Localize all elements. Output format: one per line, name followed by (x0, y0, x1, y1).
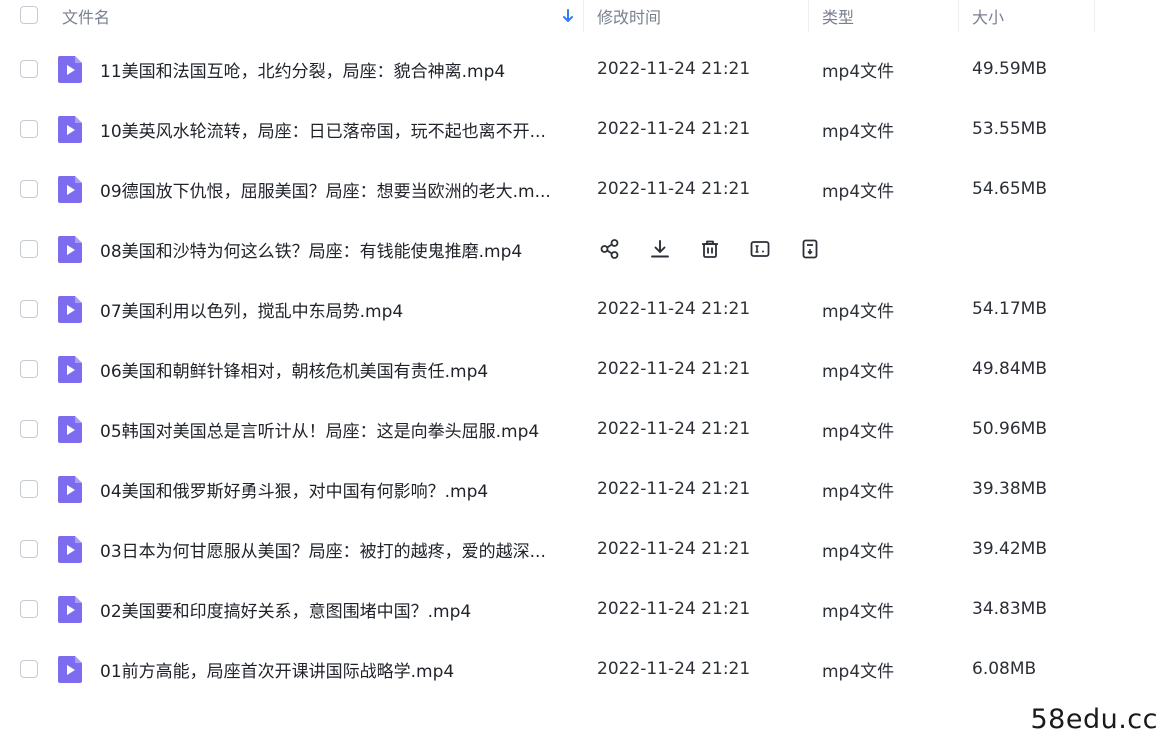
row-checkbox[interactable] (20, 120, 38, 138)
file-type: mp4文件 (822, 421, 895, 442)
sort-arrow-icon[interactable] (561, 0, 575, 32)
file-modified-time: 2022-11-24 21:21 (597, 359, 751, 379)
rename-icon[interactable] (747, 236, 773, 262)
file-name[interactable]: 06美国和朝鲜针锋相对，朝核危机美国有责任.mp4 (100, 339, 578, 399)
video-file-icon[interactable] (58, 236, 82, 263)
row-checkbox[interactable] (20, 300, 38, 318)
file-row[interactable]: 08美国和沙特为何这么铁？局座：有钱能使鬼推磨.mp4 (0, 219, 1110, 279)
row-checkbox[interactable] (20, 60, 38, 78)
file-modified-time: 2022-11-24 21:21 (597, 179, 751, 199)
file-size: 39.38MB (972, 479, 1047, 499)
column-header-name[interactable]: 文件名 (62, 0, 110, 32)
file-name[interactable]: 02美国要和印度搞好关系，意图围堵中国？.mp4 (100, 579, 578, 639)
file-row[interactable]: 05韩国对美国总是言听计从！局座：这是向拳头屈服.mp4 2022-11-24 2… (0, 399, 1110, 459)
column-label-type: 类型 (822, 8, 855, 27)
download-icon[interactable] (647, 236, 673, 262)
file-modified-time: 2022-11-24 21:21 (597, 419, 751, 439)
file-row[interactable]: 09德国放下仇恨，屈服美国？局座：想要当欧洲的老大.m... 2022-11-24… (0, 159, 1110, 219)
file-row[interactable]: 11美国和法国互呛，北约分裂，局座：貌合神离.mp4 2022-11-24 21:… (0, 39, 1110, 99)
file-type: mp4文件 (822, 181, 895, 202)
file-modified-time: 2022-11-24 21:21 (597, 59, 751, 79)
file-name[interactable]: 08美国和沙特为何这么铁？局座：有钱能使鬼推磨.mp4 (100, 219, 578, 279)
file-row[interactable]: 04美国和俄罗斯好勇斗狠，对中国有何影响？.mp4 2022-11-24 21:2… (0, 459, 1110, 519)
file-size: 49.84MB (972, 359, 1047, 379)
column-header-type[interactable]: 类型 (822, 0, 854, 32)
row-actions (597, 219, 847, 279)
row-checkbox[interactable] (20, 360, 38, 378)
file-type: mp4文件 (822, 481, 895, 502)
file-modified-time: 2022-11-24 21:21 (597, 119, 751, 139)
file-size: 54.17MB (972, 299, 1047, 319)
video-file-icon[interactable] (58, 656, 82, 683)
file-modified-time: 2022-11-24 21:21 (597, 599, 751, 619)
row-checkbox[interactable] (20, 480, 38, 498)
file-size: 34.83MB (972, 599, 1047, 619)
file-size: 49.59MB (972, 59, 1047, 79)
file-type: mp4文件 (822, 121, 895, 142)
file-name[interactable]: 03日本为何甘愿服从美国？局座：被打的越疼，爱的越深... (100, 519, 578, 579)
file-name[interactable]: 05韩国对美国总是言听计从！局座：这是向拳头屈服.mp4 (100, 399, 578, 459)
select-all-checkbox[interactable] (20, 6, 38, 24)
video-file-icon[interactable] (58, 356, 82, 383)
file-modified-time: 2022-11-24 21:21 (597, 539, 751, 559)
column-header-size[interactable]: 大小 (972, 0, 1004, 32)
row-checkbox[interactable] (20, 660, 38, 678)
column-label-modified: 修改时间 (597, 8, 662, 27)
video-file-icon[interactable] (58, 176, 82, 203)
file-type: mp4文件 (822, 61, 895, 82)
column-label-name: 文件名 (62, 8, 111, 27)
file-row[interactable]: 03日本为何甘愿服从美国？局座：被打的越疼，爱的越深... 2022-11-24 … (0, 519, 1110, 579)
file-list-header: 文件名 修改时间 类型 大小 (0, 0, 1174, 32)
row-checkbox[interactable] (20, 420, 38, 438)
file-size: 50.96MB (972, 419, 1047, 439)
more-icon[interactable] (797, 236, 823, 262)
file-row[interactable]: 02美国要和印度搞好关系，意图围堵中国？.mp4 2022-11-24 21:21… (0, 579, 1110, 639)
file-name[interactable]: 07美国利用以色列，搅乱中东局势.mp4 (100, 279, 578, 339)
video-file-icon[interactable] (58, 596, 82, 623)
row-checkbox[interactable] (20, 600, 38, 618)
file-modified-time: 2022-11-24 21:21 (597, 659, 751, 679)
file-name[interactable]: 04美国和俄罗斯好勇斗狠，对中国有何影响？.mp4 (100, 459, 578, 519)
row-checkbox[interactable] (20, 180, 38, 198)
file-name[interactable]: 01前方高能，局座首次开课讲国际战略学.mp4 (100, 639, 578, 699)
file-modified-time: 2022-11-24 21:21 (597, 479, 751, 499)
file-row[interactable]: 01前方高能，局座首次开课讲国际战略学.mp4 2022-11-24 21:21 m… (0, 639, 1110, 699)
file-name[interactable]: 10美英风水轮流转，局座：日已落帝国，玩不起也离不开... (100, 99, 578, 159)
file-size: 39.42MB (972, 539, 1047, 559)
file-row[interactable]: 07美国利用以色列，搅乱中东局势.mp4 2022-11-24 21:21 mp4文… (0, 279, 1110, 339)
delete-icon[interactable] (697, 236, 723, 262)
video-file-icon[interactable] (58, 476, 82, 503)
file-row[interactable]: 10美英风水轮流转，局座：日已落帝国，玩不起也离不开... 2022-11-24 … (0, 99, 1110, 159)
file-type: mp4文件 (822, 301, 895, 322)
file-type: mp4文件 (822, 601, 895, 622)
file-size: 54.65MB (972, 179, 1047, 199)
file-row[interactable]: 06美国和朝鲜针锋相对，朝核危机美国有责任.mp4 2022-11-24 21:2… (0, 339, 1110, 399)
column-label-size: 大小 (972, 8, 1005, 27)
video-file-icon[interactable] (58, 296, 82, 323)
file-type: mp4文件 (822, 661, 895, 682)
video-file-icon[interactable] (58, 416, 82, 443)
file-size: 6.08MB (972, 659, 1037, 679)
column-header-modified[interactable]: 修改时间 (597, 0, 661, 32)
file-name[interactable]: 11美国和法国互呛，北约分裂，局座：貌合神离.mp4 (100, 39, 578, 99)
share-icon[interactable] (597, 236, 623, 262)
file-name[interactable]: 09德国放下仇恨，屈服美国？局座：想要当欧洲的老大.m... (100, 159, 578, 219)
file-type: mp4文件 (822, 361, 895, 382)
video-file-icon[interactable] (58, 56, 82, 83)
video-file-icon[interactable] (58, 536, 82, 563)
row-checkbox[interactable] (20, 540, 38, 558)
file-size: 53.55MB (972, 119, 1047, 139)
file-type: mp4文件 (822, 541, 895, 562)
video-file-icon[interactable] (58, 116, 82, 143)
file-modified-time: 2022-11-24 21:21 (597, 299, 751, 319)
row-checkbox[interactable] (20, 240, 38, 258)
watermark: 58edu.cc (1030, 704, 1158, 735)
